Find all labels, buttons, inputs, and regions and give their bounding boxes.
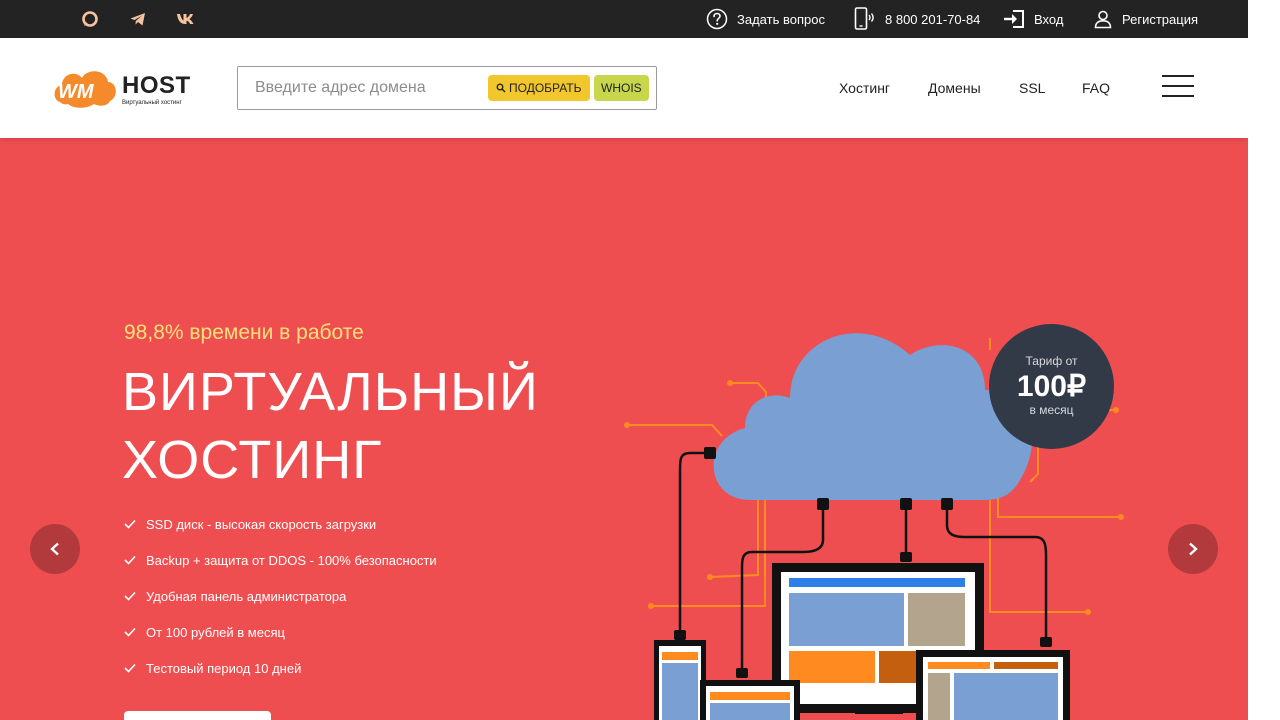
- svg-text:WM: WM: [58, 81, 95, 103]
- login-link[interactable]: Вход: [1003, 0, 1063, 38]
- vk-icon[interactable]: [176, 9, 196, 29]
- phone-link[interactable]: 8 800 201-70-84: [854, 0, 980, 38]
- hero-cta-button[interactable]: [124, 711, 271, 720]
- nav-hosting[interactable]: Хостинг: [839, 38, 890, 138]
- chat-icon[interactable]: [80, 9, 100, 29]
- question-icon: [706, 8, 728, 30]
- search-icon: [496, 83, 506, 93]
- chevron-left-icon: [50, 542, 59, 556]
- site-header: WM HOST Виртуальный хостинг ПОДОБРАТЬ WH…: [0, 38, 1248, 138]
- feature-item: Backup + защита от DDOS - 100% безопасно…: [124, 542, 437, 578]
- hero-title: ВИРТУАЛЬНЫЙ ХОСТИНГ: [122, 358, 539, 494]
- whois-button[interactable]: WHOIS: [594, 75, 649, 101]
- ask-question-link[interactable]: Задать вопрос: [706, 0, 825, 38]
- nav-domains[interactable]: Домены: [928, 38, 981, 138]
- logo-host: HOST: [122, 72, 191, 99]
- user-icon: [1094, 10, 1112, 29]
- feature-item: SSD диск - высокая скорость загрузки: [124, 506, 437, 542]
- feature-list: SSD диск - высокая скорость загрузки Bac…: [124, 506, 437, 686]
- feature-item: Удобная панель администратора: [124, 578, 437, 614]
- menu-icon[interactable]: [1162, 75, 1194, 97]
- phone-number: 8 800 201-70-84: [885, 11, 981, 27]
- nav-faq[interactable]: FAQ: [1082, 38, 1110, 138]
- feature-text: SSD диск - высокая скорость загрузки: [146, 516, 377, 532]
- register-label: Регистрация: [1122, 11, 1198, 27]
- register-link[interactable]: Регистрация: [1093, 0, 1198, 38]
- feature-item: От 100 рублей в месяц: [124, 614, 437, 650]
- feature-item: Тестовый период 10 дней: [124, 650, 437, 686]
- feature-text: Backup + защита от DDOS - 100% безопасно…: [146, 552, 437, 568]
- nav-ssl[interactable]: SSL: [1019, 38, 1045, 138]
- check-icon: [124, 555, 136, 565]
- hero-section: Тариф от 100₽ в месяц 98,8% времени в ра…: [0, 138, 1248, 720]
- telegram-icon[interactable]: [128, 9, 148, 29]
- hero-title-line1: ВИРТУАЛЬНЫЙ: [122, 362, 539, 422]
- domain-search: ПОДОБРАТЬ WHOIS: [237, 66, 657, 110]
- price-badge: Тариф от 100₽ в месяц: [989, 324, 1114, 449]
- feature-text: От 100 рублей в месяц: [146, 624, 285, 640]
- page: Задать вопрос 8 800 201-70-84 Вход Регис…: [0, 0, 1248, 720]
- login-icon: [1004, 10, 1024, 28]
- ask-question-label: Задать вопрос: [737, 11, 825, 27]
- feature-text: Тестовый период 10 дней: [146, 660, 302, 676]
- slider-next-button[interactable]: [1168, 524, 1218, 574]
- pick-domain-label: ПОДОБРАТЬ: [509, 81, 582, 95]
- check-icon: [124, 519, 136, 529]
- logo-subtitle: Виртуальный хостинг: [122, 100, 182, 106]
- pick-domain-button[interactable]: ПОДОБРАТЬ: [488, 75, 590, 101]
- logo-mark: WM: [54, 64, 118, 110]
- top-bar: Задать вопрос 8 800 201-70-84 Вход Регис…: [0, 0, 1248, 38]
- domain-search-input[interactable]: [239, 68, 479, 108]
- badge-price: 100₽: [1016, 370, 1087, 403]
- check-icon: [124, 591, 136, 601]
- logo[interactable]: WM HOST Виртуальный хостинг: [54, 64, 194, 110]
- check-icon: [124, 663, 136, 673]
- badge-period: в месяц: [1029, 403, 1074, 417]
- phone-icon: [854, 7, 874, 30]
- feature-text: Удобная панель администратора: [146, 588, 347, 604]
- login-label: Вход: [1034, 11, 1064, 27]
- badge-label: Тариф от: [1025, 354, 1078, 368]
- chevron-right-icon: [1189, 542, 1198, 556]
- check-icon: [124, 627, 136, 637]
- hero-title-line2: ХОСТИНГ: [122, 430, 383, 490]
- slider-prev-button[interactable]: [30, 524, 80, 574]
- hero-tagline: 98,8% времени в работе: [124, 321, 364, 344]
- logo-text: HOST Виртуальный хостинг: [122, 74, 191, 107]
